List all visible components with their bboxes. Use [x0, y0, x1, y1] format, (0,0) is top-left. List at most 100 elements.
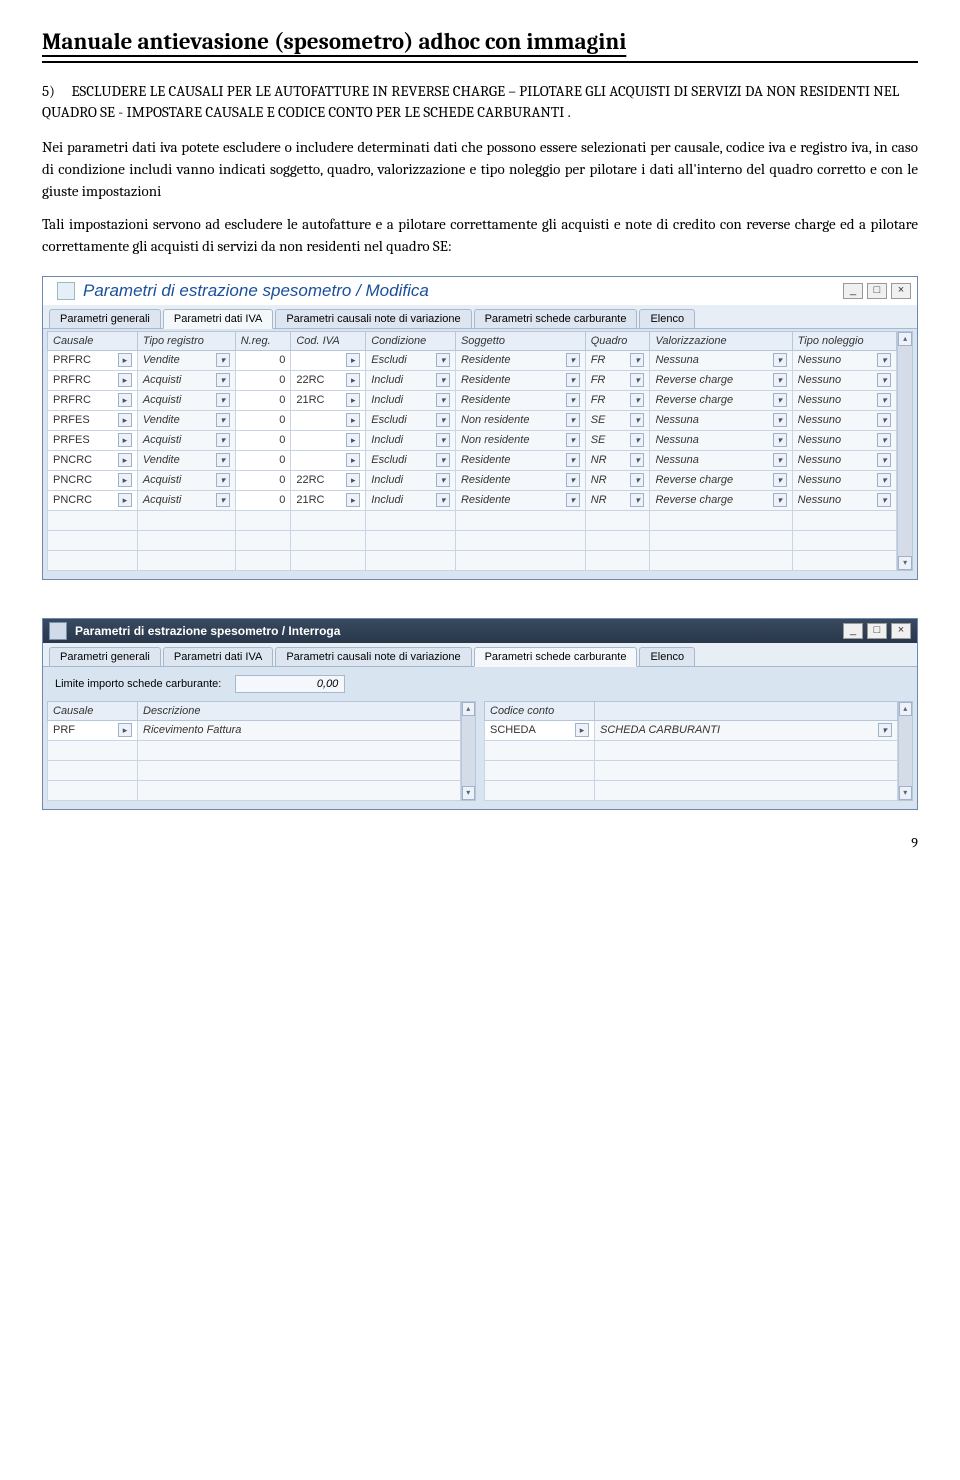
- lookup-icon[interactable]: ▸: [118, 413, 132, 427]
- column-header[interactable]: [595, 701, 898, 720]
- table-row[interactable]: PNCRC▸Vendite▾0▸Escludi▾Residente▾NR▾Nes…: [48, 450, 897, 470]
- scroll-down-icon[interactable]: ▾: [899, 786, 913, 800]
- table-row[interactable]: PNCRC▸Acquisti▾022RC▸Includi▾Residente▾N…: [48, 470, 897, 490]
- table-row[interactable]: PRFRC▸Vendite▾0▸Escludi▾Residente▾FR▾Nes…: [48, 350, 897, 370]
- chevron-down-icon[interactable]: ▾: [436, 373, 450, 387]
- chevron-down-icon[interactable]: ▾: [877, 453, 891, 467]
- chevron-down-icon[interactable]: ▾: [877, 413, 891, 427]
- table-row-empty[interactable]: [48, 550, 897, 570]
- chevron-down-icon[interactable]: ▾: [436, 433, 450, 447]
- minimize-button[interactable]: _: [843, 623, 863, 639]
- chevron-down-icon[interactable]: ▾: [630, 393, 644, 407]
- chevron-down-icon[interactable]: ▾: [216, 473, 230, 487]
- tab-parametri-causali-note-di-variazione[interactable]: Parametri causali note di variazione: [275, 647, 471, 666]
- tab-parametri-generali[interactable]: Parametri generali: [49, 647, 161, 666]
- chevron-down-icon[interactable]: ▾: [630, 373, 644, 387]
- chevron-down-icon[interactable]: ▾: [773, 493, 787, 507]
- tab-parametri-causali-note-di-variazione[interactable]: Parametri causali note di variazione: [275, 309, 471, 328]
- close-button[interactable]: ×: [891, 283, 911, 299]
- chevron-down-icon[interactable]: ▾: [877, 393, 891, 407]
- table-row[interactable]: PNCRC▸Acquisti▾021RC▸Includi▾Residente▾N…: [48, 490, 897, 510]
- column-header[interactable]: Tipo noleggio: [792, 331, 897, 350]
- column-header[interactable]: Condizione: [366, 331, 456, 350]
- chevron-down-icon[interactable]: ▾: [436, 473, 450, 487]
- chevron-down-icon[interactable]: ▾: [216, 373, 230, 387]
- table-row[interactable]: PRF▸Ricevimento Fattura: [48, 720, 461, 740]
- chevron-down-icon[interactable]: ▾: [630, 453, 644, 467]
- lookup-icon[interactable]: ▸: [346, 353, 360, 367]
- table-row[interactable]: SCHEDA▸SCHEDA CARBURANTI▾: [485, 720, 898, 740]
- table-row-empty[interactable]: [485, 740, 898, 760]
- chevron-down-icon[interactable]: ▾: [216, 353, 230, 367]
- column-header[interactable]: Valorizzazione: [650, 331, 792, 350]
- chevron-down-icon[interactable]: ▾: [877, 473, 891, 487]
- scroll-up-icon[interactable]: ▴: [899, 702, 913, 716]
- maximize-button[interactable]: □: [867, 283, 887, 299]
- column-header[interactable]: N.reg.: [235, 331, 291, 350]
- chevron-down-icon[interactable]: ▾: [877, 433, 891, 447]
- chevron-down-icon[interactable]: ▾: [566, 433, 580, 447]
- chevron-down-icon[interactable]: ▾: [566, 393, 580, 407]
- chevron-down-icon[interactable]: ▾: [216, 453, 230, 467]
- column-header[interactable]: Tipo registro: [137, 331, 235, 350]
- table-row-empty[interactable]: [48, 760, 461, 780]
- lookup-icon[interactable]: ▸: [346, 453, 360, 467]
- chevron-down-icon[interactable]: ▾: [436, 493, 450, 507]
- lookup-icon[interactable]: ▸: [118, 353, 132, 367]
- scroll-up-icon[interactable]: ▴: [462, 702, 476, 716]
- lookup-icon[interactable]: ▸: [118, 723, 132, 737]
- close-button[interactable]: ×: [891, 623, 911, 639]
- chevron-down-icon[interactable]: ▾: [630, 353, 644, 367]
- chevron-down-icon[interactable]: ▾: [566, 373, 580, 387]
- tab-parametri-generali[interactable]: Parametri generali: [49, 309, 161, 328]
- chevron-down-icon[interactable]: ▾: [773, 453, 787, 467]
- chevron-down-icon[interactable]: ▾: [877, 353, 891, 367]
- limit-value-field[interactable]: 0,00: [235, 675, 345, 693]
- lookup-icon[interactable]: ▸: [346, 393, 360, 407]
- chevron-down-icon[interactable]: ▾: [630, 493, 644, 507]
- tab-elenco[interactable]: Elenco: [639, 647, 695, 666]
- chevron-down-icon[interactable]: ▾: [566, 453, 580, 467]
- scroll-up-icon[interactable]: ▴: [898, 332, 912, 346]
- vertical-scrollbar[interactable]: ▴ ▾: [898, 701, 914, 801]
- tab-parametri-dati-iva[interactable]: Parametri dati IVA: [163, 309, 273, 329]
- chevron-down-icon[interactable]: ▾: [436, 453, 450, 467]
- table-row[interactable]: PRFRC▸Acquisti▾021RC▸Includi▾Residente▾F…: [48, 390, 897, 410]
- table-row[interactable]: PRFRC▸Acquisti▾022RC▸Includi▾Residente▾F…: [48, 370, 897, 390]
- table-row-empty[interactable]: [48, 530, 897, 550]
- table-row-empty[interactable]: [485, 760, 898, 780]
- lookup-icon[interactable]: ▸: [118, 393, 132, 407]
- parametri-iva-grid[interactable]: CausaleTipo registroN.reg.Cod. IVACondiz…: [47, 331, 897, 571]
- lookup-icon[interactable]: ▸: [118, 473, 132, 487]
- lookup-icon[interactable]: ▸: [346, 433, 360, 447]
- chevron-down-icon[interactable]: ▾: [436, 413, 450, 427]
- column-header[interactable]: Causale: [48, 331, 138, 350]
- column-header[interactable]: Codice conto: [485, 701, 595, 720]
- table-row-empty[interactable]: [48, 740, 461, 760]
- chevron-down-icon[interactable]: ▾: [877, 493, 891, 507]
- table-row-empty[interactable]: [48, 780, 461, 800]
- lookup-icon[interactable]: ▸: [118, 453, 132, 467]
- tab-elenco[interactable]: Elenco: [639, 309, 695, 328]
- chevron-down-icon[interactable]: ▾: [566, 473, 580, 487]
- vertical-scrollbar[interactable]: ▴ ▾: [897, 331, 913, 571]
- causale-grid[interactable]: CausaleDescrizionePRF▸Ricevimento Fattur…: [47, 701, 461, 801]
- scroll-down-icon[interactable]: ▾: [898, 556, 912, 570]
- chevron-down-icon[interactable]: ▾: [566, 353, 580, 367]
- chevron-down-icon[interactable]: ▾: [773, 473, 787, 487]
- chevron-down-icon[interactable]: ▾: [773, 433, 787, 447]
- lookup-icon[interactable]: ▸: [118, 493, 132, 507]
- chevron-down-icon[interactable]: ▾: [877, 373, 891, 387]
- lookup-icon[interactable]: ▸: [118, 433, 132, 447]
- chevron-down-icon[interactable]: ▾: [216, 393, 230, 407]
- column-header[interactable]: Causale: [48, 701, 138, 720]
- minimize-button[interactable]: _: [843, 283, 863, 299]
- table-row-empty[interactable]: [485, 780, 898, 800]
- chevron-down-icon[interactable]: ▾: [566, 413, 580, 427]
- vertical-scrollbar[interactable]: ▴ ▾: [461, 701, 477, 801]
- chevron-down-icon[interactable]: ▾: [773, 373, 787, 387]
- maximize-button[interactable]: □: [867, 623, 887, 639]
- table-row[interactable]: PRFES▸Acquisti▾0▸Includi▾Non residente▾S…: [48, 430, 897, 450]
- column-header[interactable]: Descrizione: [138, 701, 461, 720]
- chevron-down-icon[interactable]: ▾: [630, 473, 644, 487]
